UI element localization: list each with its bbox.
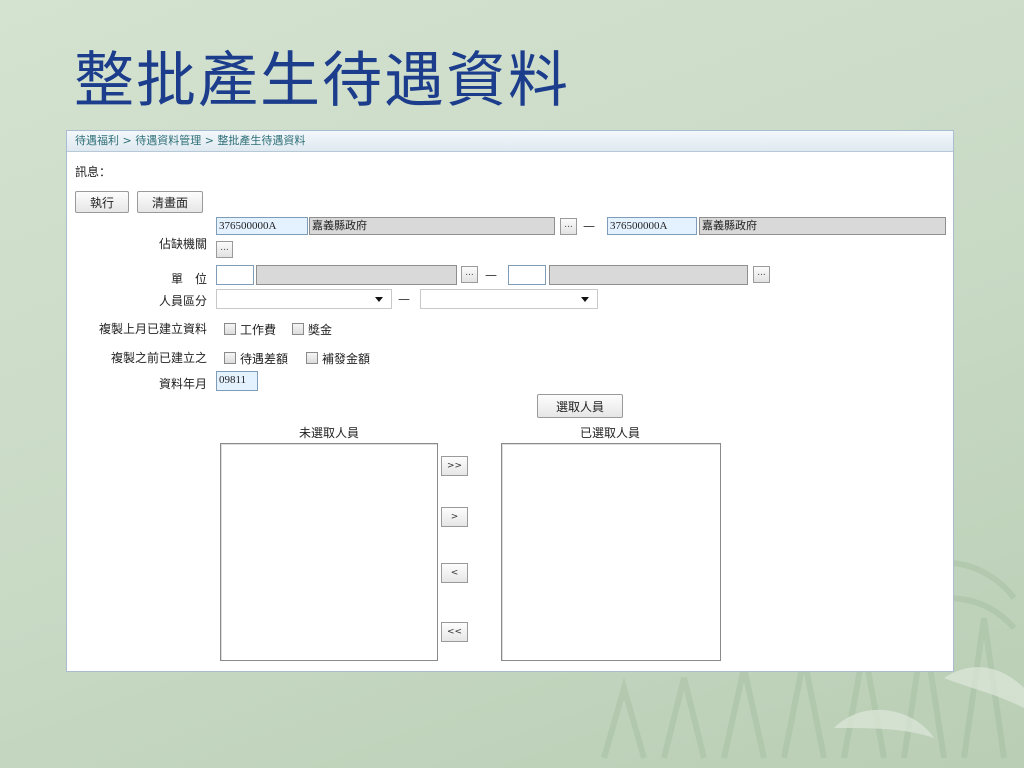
range-dash: — <box>398 292 410 306</box>
dropdown-arrow-icon <box>581 297 589 302</box>
selected-personnel-title: 已選取人員 <box>579 426 640 440</box>
bonus-label: 獎金 <box>308 323 333 337</box>
work-fee-checkbox[interactable]: 工作費 <box>224 321 276 338</box>
unit-to-code-input[interactable] <box>508 265 546 285</box>
personnel-type-to-select[interactable] <box>420 289 598 309</box>
checkbox-box[interactable] <box>224 323 236 335</box>
personnel-type-from-select[interactable] <box>216 289 392 309</box>
unselected-personnel-title: 未選取人員 <box>298 426 359 440</box>
copy-previous-label: 複製之前已建立之 <box>110 351 207 365</box>
pay-difference-checkbox[interactable]: 待遇差額 <box>224 350 288 367</box>
move-right-button[interactable]: > <box>441 507 468 527</box>
select-personnel-button[interactable]: 選取人員 <box>537 394 623 418</box>
app-window: 待遇福利 > 待遇資料管理 > 整批產生待遇資料 訊息： 執行 清畫面 佔缺機關… <box>66 130 954 672</box>
execute-button[interactable]: 執行 <box>75 191 129 213</box>
unit-to-lookup-button[interactable]: ... <box>753 266 770 283</box>
move-all-right-button[interactable]: >> <box>441 456 468 476</box>
pay-difference-label: 待遇差額 <box>240 352 289 366</box>
bonus-checkbox[interactable]: 獎金 <box>292 321 332 338</box>
move-left-button[interactable]: < <box>441 563 468 583</box>
copy-last-month-label: 複製上月已建立資料 <box>98 322 207 336</box>
breadcrumb[interactable]: 待遇福利 > 待遇資料管理 > 整批產生待遇資料 <box>67 131 953 152</box>
selected-personnel-list[interactable] <box>501 443 721 661</box>
move-all-left-button[interactable]: << <box>441 622 468 642</box>
agency-to-name-field: 嘉義縣政府 <box>699 217 946 235</box>
checkbox-box[interactable] <box>306 352 318 364</box>
unit-from-name-field <box>256 265 457 285</box>
unit-to-name-field <box>549 265 748 285</box>
checkbox-box[interactable] <box>292 323 304 335</box>
slide-title: 整批產生待遇資料 <box>74 46 570 116</box>
back-pay-checkbox[interactable]: 補發金額 <box>306 350 370 367</box>
agency-to-code-input[interactable]: 376500000A <box>607 217 697 235</box>
message-label: 訊息： <box>75 165 112 179</box>
unit-from-lookup-button[interactable]: ... <box>461 266 478 283</box>
range-dash: — <box>583 219 595 233</box>
unit-label: 單 位 <box>170 272 207 286</box>
work-fee-label: 工作費 <box>240 323 277 337</box>
checkbox-box[interactable] <box>224 352 236 364</box>
data-month-label: 資料年月 <box>158 377 207 391</box>
unit-from-code-input[interactable] <box>216 265 254 285</box>
range-dash: — <box>485 268 497 282</box>
personnel-type-label: 人員區分 <box>158 294 207 308</box>
unselected-personnel-list[interactable] <box>220 443 438 661</box>
agency-to-lookup-button[interactable]: ... <box>216 241 233 258</box>
data-month-input[interactable]: 09811 <box>216 371 258 391</box>
dropdown-arrow-icon <box>375 297 383 302</box>
agency-from-name-field: 嘉義縣政府 <box>309 217 555 235</box>
agency-from-lookup-button[interactable]: ... <box>560 218 577 235</box>
back-pay-label: 補發金額 <box>322 352 371 366</box>
clear-screen-button[interactable]: 清畫面 <box>137 191 203 213</box>
agency-label: 佔缺機關 <box>158 237 207 251</box>
agency-from-code-input[interactable]: 376500000A <box>216 217 308 235</box>
